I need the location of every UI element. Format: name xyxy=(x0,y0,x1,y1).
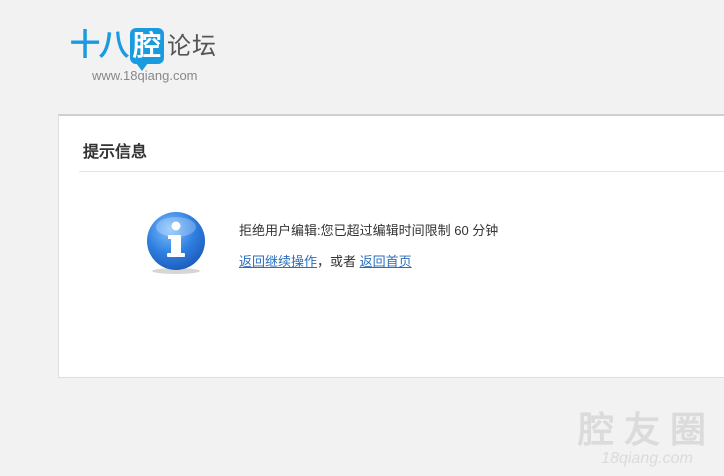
site-logo[interactable]: 十八 腔 论坛 www.18qiang.com xyxy=(70,28,290,88)
message-text: 拒绝用户编辑:您已超过编辑时间限制 60 分钟 xyxy=(239,223,499,238)
logo-text-gray: 论坛 xyxy=(167,32,218,60)
watermark-text: 腔友圈 xyxy=(577,409,716,450)
links-line: 返回继续操作，或者 返回首页 xyxy=(239,251,412,270)
link-separator: ，或者 xyxy=(317,254,357,269)
watermark: 腔友圈 18qiang.com xyxy=(578,410,716,468)
home-link[interactable]: 返回首页 xyxy=(360,254,412,269)
panel-title: 提示信息 xyxy=(83,144,148,161)
logo-text-bubble: 腔 xyxy=(130,28,165,71)
watermark-url: 18qiang.com xyxy=(601,450,693,467)
panel-divider xyxy=(79,171,724,172)
info-icon xyxy=(147,212,205,274)
message-panel: 提示信息 拒绝用户编辑:您已超过编辑时间限制 60 分钟 返回继续操作，或者 返… xyxy=(58,114,724,378)
logo-text-blue: 十八 xyxy=(70,28,129,63)
logo-url: www.18qiang.com xyxy=(92,68,198,83)
continue-link[interactable]: 返回继续操作 xyxy=(239,254,317,269)
logo-mark: 十八 腔 论坛 xyxy=(70,28,290,71)
